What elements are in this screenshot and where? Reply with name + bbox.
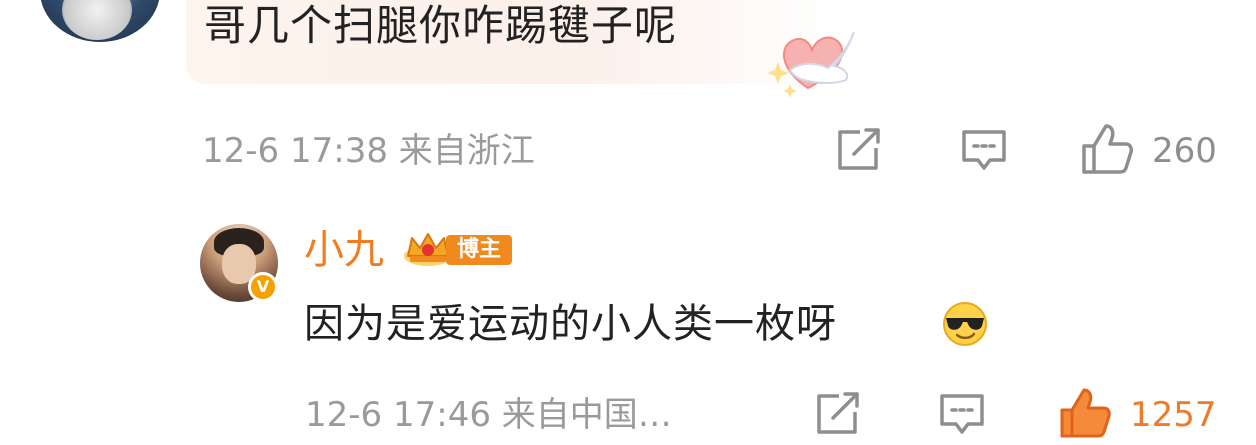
like-count: 1257: [1130, 395, 1217, 435]
commenter-avatar[interactable]: [40, 0, 160, 42]
liked-icon[interactable]: [1058, 386, 1112, 440]
cool-sunglasses-emoji: [940, 298, 990, 348]
reply-author-name[interactable]: 小九: [304, 226, 384, 274]
heart-dove-decoration: [760, 22, 860, 102]
reply-icon[interactable]: [960, 128, 1008, 172]
like-icon[interactable]: [1080, 122, 1134, 176]
comment-text: 哥几个扫腿你咋踢毽子呢: [204, 1, 678, 50]
comment-meta: 12-6 17:38 来自浙江: [202, 131, 535, 171]
reply-text: 因为是爱运动的小人类一枚呀: [304, 301, 837, 347]
reply-icon[interactable]: [938, 392, 986, 436]
reply-meta: 12-6 17:46 来自中国…: [305, 395, 672, 435]
share-icon[interactable]: [836, 128, 882, 172]
verified-v-icon: V: [248, 272, 278, 302]
like-count: 260: [1152, 131, 1217, 171]
blogger-badge: 博主: [402, 230, 514, 268]
share-icon[interactable]: [815, 392, 861, 436]
blogger-label: 博主: [446, 235, 512, 265]
